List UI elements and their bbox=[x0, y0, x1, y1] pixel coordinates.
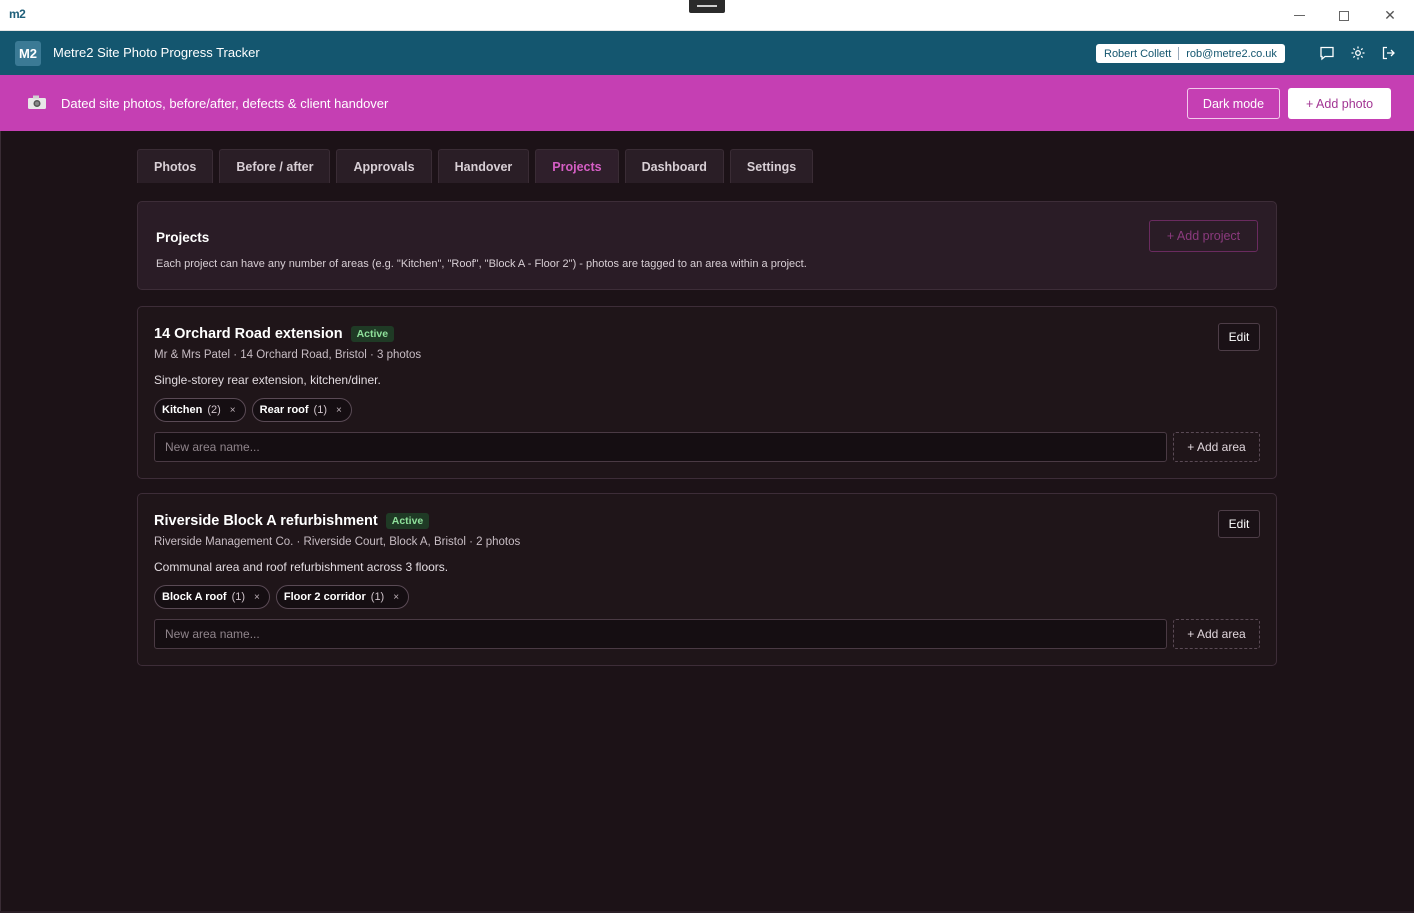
minimize-button[interactable] bbox=[1276, 0, 1322, 31]
add-area-button[interactable]: + Add area bbox=[1173, 432, 1260, 462]
tab-settings[interactable]: Settings bbox=[729, 149, 814, 183]
add-area-button[interactable]: + Add area bbox=[1173, 619, 1260, 649]
window-titlebar: m2 ✕ bbox=[0, 0, 1414, 31]
edit-project-button[interactable]: Edit bbox=[1218, 510, 1260, 538]
feature-banner: Dated site photos, before/after, defects… bbox=[0, 75, 1414, 131]
user-name: Robert Collett bbox=[1104, 47, 1172, 60]
gear-icon[interactable] bbox=[1349, 44, 1367, 62]
area-name: Floor 2 corridor bbox=[283, 591, 366, 603]
divider bbox=[1178, 47, 1180, 60]
new-area-input[interactable] bbox=[154, 432, 1167, 462]
left-edge bbox=[0, 131, 1, 913]
project-card: Riverside Block A refurbishment Active R… bbox=[137, 493, 1277, 666]
add-project-button[interactable]: + Add project bbox=[1149, 220, 1258, 252]
project-name: Riverside Block A refurbishment bbox=[154, 513, 378, 529]
tab-approvals[interactable]: Approvals bbox=[336, 149, 432, 183]
area-count: (1) bbox=[370, 591, 385, 603]
new-area-input[interactable] bbox=[154, 619, 1167, 649]
area-chips: Block A roof (1) × Floor 2 corridor (1) … bbox=[154, 585, 410, 609]
tab-bar: Photos Before / after Approvals Handover… bbox=[137, 149, 814, 183]
tab-before-after[interactable]: Before / after bbox=[219, 149, 331, 183]
dark-mode-button[interactable]: Dark mode bbox=[1187, 88, 1280, 119]
tab-projects[interactable]: Projects bbox=[535, 149, 619, 183]
area-name: Block A roof bbox=[162, 591, 227, 603]
close-button[interactable]: ✕ bbox=[1367, 0, 1413, 31]
section-title: Projects bbox=[156, 230, 210, 245]
maximize-icon bbox=[1339, 10, 1349, 21]
add-photo-button[interactable]: + Add photo bbox=[1288, 88, 1391, 119]
project-description: Single-storey rear extension, kitchen/di… bbox=[154, 373, 381, 387]
maximize-button[interactable] bbox=[1321, 0, 1367, 31]
project-name-row: Riverside Block A refurbishment Active bbox=[154, 513, 430, 529]
remove-area-icon[interactable]: × bbox=[254, 592, 260, 603]
minimize-icon bbox=[1293, 15, 1305, 16]
section-description: Each project can have any number of area… bbox=[156, 258, 807, 270]
tab-photos[interactable]: Photos bbox=[137, 149, 214, 183]
app-title: Metre2 Site Photo Progress Tracker bbox=[53, 45, 260, 60]
app-header: M2 Metre2 Site Photo Progress Tracker Ro… bbox=[0, 31, 1414, 75]
remove-area-icon[interactable]: × bbox=[336, 405, 342, 416]
area-name: Rear roof bbox=[259, 404, 309, 416]
tab-handover[interactable]: Handover bbox=[437, 149, 530, 183]
area-count: (1) bbox=[231, 591, 246, 603]
banner-text: Dated site photos, before/after, defects… bbox=[61, 96, 389, 111]
user-email: rob@metre2.co.uk bbox=[1186, 47, 1277, 60]
remove-area-icon[interactable]: × bbox=[393, 592, 399, 603]
projects-intro-panel: Projects Each project can have any numbe… bbox=[137, 201, 1277, 290]
close-icon: ✕ bbox=[1384, 7, 1396, 23]
status-badge: Active bbox=[350, 326, 395, 342]
app-logo: m2 bbox=[9, 7, 26, 21]
project-name: 14 Orchard Road extension bbox=[154, 326, 343, 342]
project-meta: Riverside Management Co. · Riverside Cou… bbox=[154, 536, 521, 548]
area-count: (1) bbox=[313, 404, 327, 416]
project-name-row: 14 Orchard Road extension Active bbox=[154, 326, 395, 342]
project-description: Communal area and roof refurbishment acr… bbox=[154, 560, 449, 574]
project-meta: Mr & Mrs Patel · 14 Orchard Road, Bristo… bbox=[154, 349, 422, 361]
area-chip[interactable]: Rear roof (1) × bbox=[251, 398, 352, 422]
app-badge: M2 bbox=[15, 41, 41, 66]
area-chip[interactable]: Floor 2 corridor (1) × bbox=[275, 585, 410, 609]
edit-project-button[interactable]: Edit bbox=[1218, 323, 1260, 351]
camera-icon bbox=[28, 95, 46, 109]
remove-area-icon[interactable]: × bbox=[230, 405, 236, 416]
area-chip[interactable]: Block A roof (1) × bbox=[154, 585, 270, 609]
area-chip[interactable]: Kitchen (2) × bbox=[154, 398, 246, 422]
status-badge: Active bbox=[385, 513, 430, 529]
chat-icon[interactable] bbox=[1318, 44, 1336, 62]
logo-text: m2 bbox=[9, 7, 26, 21]
area-chips: Kitchen (2) × Rear roof (1) × bbox=[154, 398, 352, 422]
area-name: Kitchen bbox=[162, 404, 203, 416]
drag-handle[interactable] bbox=[689, 0, 725, 13]
user-pill[interactable]: Robert Collett rob@metre2.co.uk bbox=[1096, 44, 1285, 63]
area-count: (2) bbox=[207, 404, 221, 416]
project-card: 14 Orchard Road extension Active Mr & Mr… bbox=[137, 306, 1277, 479]
logout-icon[interactable] bbox=[1380, 44, 1398, 62]
tab-dashboard[interactable]: Dashboard bbox=[624, 149, 724, 183]
